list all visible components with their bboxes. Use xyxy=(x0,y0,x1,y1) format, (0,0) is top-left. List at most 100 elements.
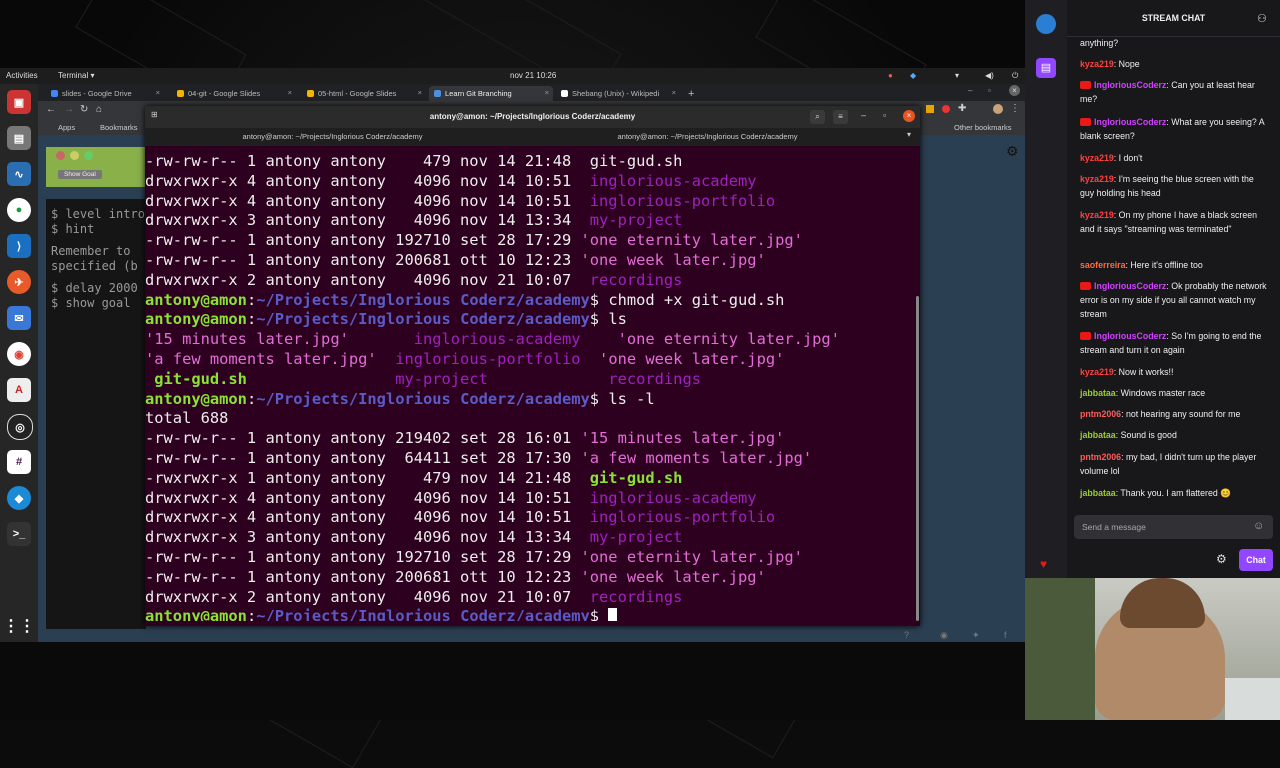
new-tab-button[interactable]: + xyxy=(684,86,704,101)
chat-username[interactable]: IngloriousCoderz xyxy=(1094,281,1166,291)
close-icon[interactable]: × xyxy=(545,88,549,97)
extension-icon[interactable] xyxy=(926,105,934,113)
chat-send-button[interactable]: Chat xyxy=(1239,549,1273,571)
twitter-icon[interactable]: ✦ xyxy=(972,630,980,641)
close-window-icon[interactable]: × xyxy=(1009,85,1020,96)
slack-icon[interactable]: # xyxy=(7,450,31,474)
minimize-icon[interactable]: – xyxy=(861,110,866,120)
new-tab-icon[interactable]: ⊞ xyxy=(151,110,165,124)
chat-username[interactable]: kyza219 xyxy=(1080,153,1114,163)
terminal-text: -rw-rw-r-- 1 antony antony 219402 set 28… xyxy=(145,429,581,448)
stream-chat: STREAM CHAT ⚇ anything? kyza219: Nope Ingl… xyxy=(1067,0,1280,578)
files-icon[interactable]: ▤ xyxy=(7,126,31,150)
chat-username[interactable]: kyza219 xyxy=(1080,59,1114,69)
maximize-icon[interactable]: ▫ xyxy=(988,86,991,95)
apps-bookmark[interactable]: Apps xyxy=(58,123,75,132)
facebook-icon[interactable]: f xyxy=(1004,630,1007,640)
minimize-icon[interactable]: – xyxy=(968,86,972,95)
tab-shebang[interactable]: Shebang (Unix) - Wikipedi × xyxy=(556,86,680,101)
chat-input[interactable]: Send a message xyxy=(1074,515,1273,539)
help-icon[interactable]: ? xyxy=(904,630,909,640)
chat-username[interactable]: IngloriousCoderz xyxy=(1094,117,1166,127)
clock[interactable]: nov 21 10:26 xyxy=(510,71,556,80)
chat-username[interactable]: kyza219 xyxy=(1080,367,1114,377)
recorder-icon[interactable]: ▣ xyxy=(7,90,31,114)
network-icon: ▾ xyxy=(955,71,960,80)
thunderbird-icon[interactable]: ✉ xyxy=(7,306,31,330)
command-line: specified (b xyxy=(51,259,138,273)
hamburger-menu-icon[interactable]: ≡ xyxy=(833,110,848,124)
profile-avatar[interactable] xyxy=(993,104,1003,114)
prompt-user: antony@amon xyxy=(145,290,247,309)
extension-icon[interactable] xyxy=(942,105,950,113)
home-icon[interactable]: ⌂ xyxy=(96,104,102,115)
gear-icon[interactable]: ⚙ xyxy=(1216,552,1227,566)
tab-slides-drive[interactable]: slides - Google Drive × xyxy=(46,86,164,101)
menu-icon[interactable]: ⋮ xyxy=(1010,103,1020,114)
tabs-dropdown-icon[interactable]: ▾ xyxy=(907,130,911,139)
chat-text: : Windows master race xyxy=(1115,388,1206,398)
postman-icon[interactable]: ✈ xyxy=(7,270,31,294)
tab-learn-git-branching[interactable]: Learn Git Branching × xyxy=(429,86,553,101)
power-icon[interactable]: ⏻ xyxy=(1012,71,1018,81)
terminal-text: recordings xyxy=(608,369,701,388)
extensions-puzzle-icon[interactable]: ✚ xyxy=(958,103,966,114)
close-icon[interactable]: × xyxy=(418,88,422,97)
obs-icon[interactable]: ◎ xyxy=(7,414,33,440)
chat-username[interactable]: pntm2006 xyxy=(1080,452,1121,462)
users-icon[interactable]: ⚇ xyxy=(1257,12,1267,25)
chat-username[interactable]: saoferreira xyxy=(1080,260,1125,270)
app-menu[interactable]: Terminal ▾ xyxy=(58,71,94,80)
terminal-text: git-gud.sh xyxy=(589,468,683,487)
terminal-tab-2[interactable]: antony@amon: ~/Projects/Inglorious Coder… xyxy=(520,128,895,146)
terminal-scrollbar[interactable] xyxy=(916,296,919,621)
terminal-line: drwxrwxr-x 4 antony antony 4096 nov 14 1… xyxy=(145,507,775,527)
search-icon[interactable]: ⌕ xyxy=(810,110,825,124)
monitor-icon[interactable]: ∿ xyxy=(7,162,31,186)
activities-button[interactable]: Activities xyxy=(6,71,38,80)
close-icon[interactable]: × xyxy=(288,88,292,97)
vscode-icon[interactable]: ⟩ xyxy=(7,234,31,258)
font-viewer-icon[interactable]: A xyxy=(7,378,31,402)
mongodb-icon[interactable]: ● xyxy=(7,198,31,222)
forward-icon[interactable]: → xyxy=(64,104,74,115)
chat-text: : I don't xyxy=(1113,153,1143,163)
bookmarks-folder[interactable]: Bookmarks xyxy=(100,123,138,132)
chat-username[interactable]: jabbataa xyxy=(1080,430,1116,440)
slides-icon xyxy=(307,90,314,97)
terminal-tab-1[interactable]: antony@amon: ~/Projects/Inglorious Coder… xyxy=(145,128,520,146)
back-icon[interactable]: ← xyxy=(46,104,56,115)
terminal-icon[interactable]: >_ xyxy=(7,522,31,546)
chat-username[interactable]: jabbataa xyxy=(1080,488,1116,498)
broadcaster-badge-icon xyxy=(1080,118,1091,126)
github-icon[interactable]: ◉ xyxy=(940,630,948,641)
maximize-icon[interactable]: ▫ xyxy=(883,110,886,120)
chat-message: IngloriousCoderz: What are you seeing? A… xyxy=(1080,115,1270,143)
tab-05-html[interactable]: 05-html - Google Slides × xyxy=(302,86,426,101)
chrome-icon[interactable]: ◉ xyxy=(7,342,31,366)
app-grid-icon[interactable]: ⋮⋮ xyxy=(3,614,35,638)
chat-username[interactable]: IngloriousCoderz xyxy=(1094,331,1166,341)
streamlabs-icon[interactable] xyxy=(1036,14,1056,34)
chat-username[interactable]: pntm2006 xyxy=(1080,409,1121,419)
settings-icon[interactable]: ⚙ xyxy=(1006,143,1019,160)
close-icon[interactable]: × xyxy=(903,110,915,122)
terminal-line: -rw-rw-r-- 1 antony antony 192710 set 28… xyxy=(145,547,803,567)
show-goal-button[interactable]: Show Goal xyxy=(58,170,102,179)
close-icon[interactable]: × xyxy=(156,88,160,97)
terminal-text: : xyxy=(246,310,257,329)
tab-04-git[interactable]: 04-git - Google Slides × xyxy=(172,86,296,101)
chat-username[interactable]: IngloriousCoderz xyxy=(1094,80,1166,90)
twitch-icon[interactable]: ▤ xyxy=(1036,58,1056,78)
chat-username[interactable]: jabbataa xyxy=(1080,388,1116,398)
chat-username[interactable]: kyza219 xyxy=(1080,174,1114,184)
docker-icon[interactable]: ◆ xyxy=(7,486,31,510)
close-icon[interactable]: × xyxy=(672,88,676,97)
terminal-output[interactable]: -rw-rw-r-- 1 antony antony 479 nov 14 21… xyxy=(145,151,915,621)
chat-username[interactable]: kyza219 xyxy=(1080,210,1114,220)
heart-icon[interactable]: ♥ xyxy=(1040,557,1047,571)
terminal-text: 'one week later.jpg' xyxy=(599,350,785,368)
other-bookmarks[interactable]: Other bookmarks xyxy=(954,123,1012,132)
emote-icon[interactable]: ☺ xyxy=(1253,520,1264,532)
reload-icon[interactable]: ↻ xyxy=(80,104,88,115)
